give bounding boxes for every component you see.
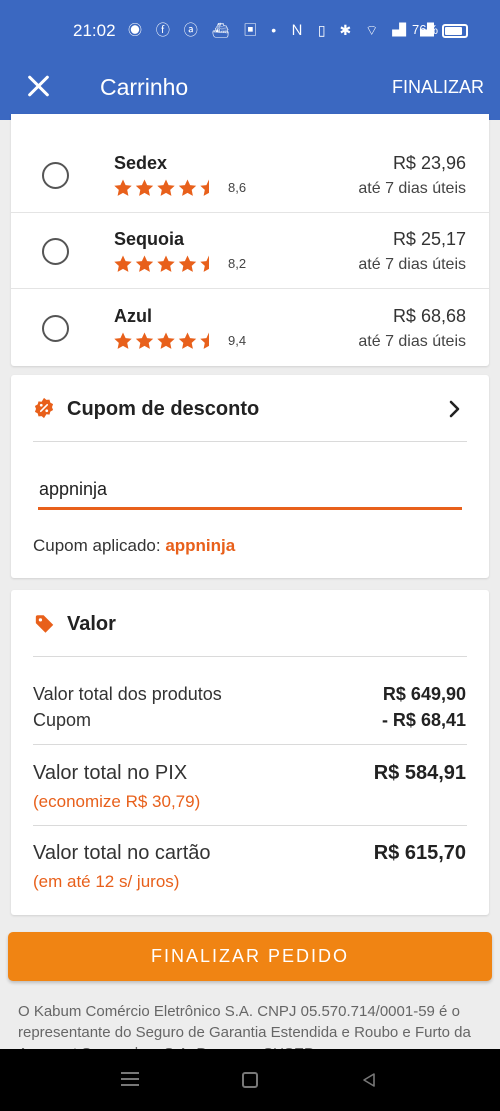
coupon-discount-value: - R$ 68,41 bbox=[381, 710, 466, 730]
shipping-price: R$ 23,96 bbox=[392, 153, 466, 173]
radio-button[interactable] bbox=[42, 315, 69, 342]
status-notification-icons: ◉ ⓕ ⓐ ⛴ ▣ • Ｎ ▯ ✱ ⌔ ▟ ▟ bbox=[128, 22, 440, 38]
pix-savings-note: (economize R$ 30,79) bbox=[33, 792, 201, 811]
legal-disclaimer: O Kabum Comércio Eletrônico S.A. CNPJ 05… bbox=[18, 1003, 471, 1049]
coupon-title: Cupom de desconto bbox=[67, 398, 260, 420]
discount-badge-icon bbox=[34, 397, 54, 419]
back-icon[interactable] bbox=[361, 1072, 377, 1088]
shipping-option-azul[interactable]: Azul 9,4 R$ 68,68 até 7 dias úteis bbox=[11, 290, 489, 366]
divider bbox=[33, 744, 467, 745]
star-icon bbox=[178, 255, 197, 272]
coupon-discount-label: Cupom bbox=[33, 710, 92, 730]
rating-value: 9,4 bbox=[228, 333, 247, 348]
star-icon bbox=[178, 332, 197, 349]
shipping-eta: até 7 dias úteis bbox=[358, 180, 466, 197]
recent-apps-icon[interactable] bbox=[121, 1072, 139, 1086]
radio-button[interactable] bbox=[42, 162, 69, 189]
card-installments-note: (em até 12 s/ juros) bbox=[33, 872, 180, 891]
shipping-option-sedex[interactable]: Sedex 8,6 R$ 23,96 até 7 dias úteis bbox=[11, 137, 489, 213]
shipping-eta: até 7 dias úteis bbox=[358, 256, 466, 273]
status-bar: 21:02 ◉ ⓕ ⓐ ⛴ ▣ • Ｎ ▯ ✱ ⌔ ▟ ▟ 76% bbox=[0, 0, 500, 62]
radio-button[interactable] bbox=[42, 238, 69, 265]
pix-total-value: R$ 584,91 bbox=[373, 762, 466, 784]
price-tag-icon bbox=[35, 615, 54, 633]
rating-value: 8,6 bbox=[228, 180, 247, 195]
star-icon bbox=[135, 179, 154, 196]
shipping-price: R$ 25,17 bbox=[392, 229, 466, 249]
shipping-options-card: Sedex 8,6 R$ 23,96 até 7 dias úteis Sequ… bbox=[11, 114, 489, 366]
coupon-card: Cupom de desconto Cupom aplicado: appnin… bbox=[11, 375, 489, 578]
star-icon bbox=[157, 179, 175, 196]
battery-icon bbox=[442, 24, 468, 38]
star-icon bbox=[135, 332, 154, 349]
star-rating-icon bbox=[113, 178, 221, 198]
value-title: Valor bbox=[67, 613, 116, 635]
shipping-name: Sedex bbox=[114, 153, 168, 173]
star-icon bbox=[200, 332, 209, 349]
status-time: 21:02 bbox=[73, 21, 116, 40]
coupon-input[interactable] bbox=[38, 472, 462, 510]
divider bbox=[33, 656, 467, 657]
products-total-label: Valor total dos produtos bbox=[33, 684, 222, 704]
star-icon bbox=[157, 255, 175, 272]
home-icon[interactable] bbox=[242, 1072, 258, 1088]
battery-level: 76% bbox=[412, 22, 439, 37]
star-rating-icon bbox=[113, 254, 221, 274]
products-total-value: R$ 649,90 bbox=[382, 684, 466, 704]
shipping-name: Sequoia bbox=[114, 229, 185, 249]
divider bbox=[33, 825, 467, 826]
finalize-order-button[interactable]: FINALIZAR PEDIDO bbox=[8, 932, 492, 981]
star-icon bbox=[114, 179, 132, 196]
shipping-price: R$ 68,68 bbox=[392, 306, 466, 326]
shipping-eta: até 7 dias úteis bbox=[358, 333, 466, 350]
coupon-applied-code: appninja bbox=[165, 536, 236, 555]
app-header: 21:02 ◉ ⓕ ⓐ ⛴ ▣ • Ｎ ▯ ✱ ⌔ ▟ ▟ 76% Carrin… bbox=[0, 0, 500, 120]
star-icon bbox=[114, 255, 132, 272]
star-icon bbox=[114, 332, 132, 349]
coupon-applied-label: Cupom aplicado: bbox=[33, 536, 161, 555]
page-title: Carrinho bbox=[100, 74, 189, 100]
star-icon bbox=[178, 179, 197, 196]
chevron-right-icon[interactable] bbox=[445, 397, 465, 421]
star-rating-icon bbox=[113, 331, 221, 351]
star-icon bbox=[135, 255, 154, 272]
card-total-label: Valor total no cartão bbox=[33, 842, 211, 864]
coupon-applied-status: Cupom aplicado: appninja bbox=[33, 536, 235, 556]
divider bbox=[33, 441, 467, 442]
card-total-value: R$ 615,70 bbox=[373, 842, 466, 864]
close-icon[interactable] bbox=[26, 74, 50, 98]
shipping-option-sequoia[interactable]: Sequoia 8,2 R$ 25,17 até 7 dias úteis bbox=[11, 213, 489, 289]
value-summary-card: Valor Valor total dos produtos R$ 649,90… bbox=[11, 590, 489, 915]
rating-value: 8,2 bbox=[228, 256, 247, 271]
pix-total-label: Valor total no PIX bbox=[33, 762, 188, 784]
star-icon bbox=[200, 179, 209, 196]
star-icon bbox=[200, 255, 209, 272]
star-icon bbox=[157, 332, 175, 349]
finalize-header-button[interactable]: FINALIZAR bbox=[392, 77, 484, 98]
shipping-name: Azul bbox=[114, 306, 152, 326]
system-navigation-bar bbox=[0, 1049, 500, 1111]
